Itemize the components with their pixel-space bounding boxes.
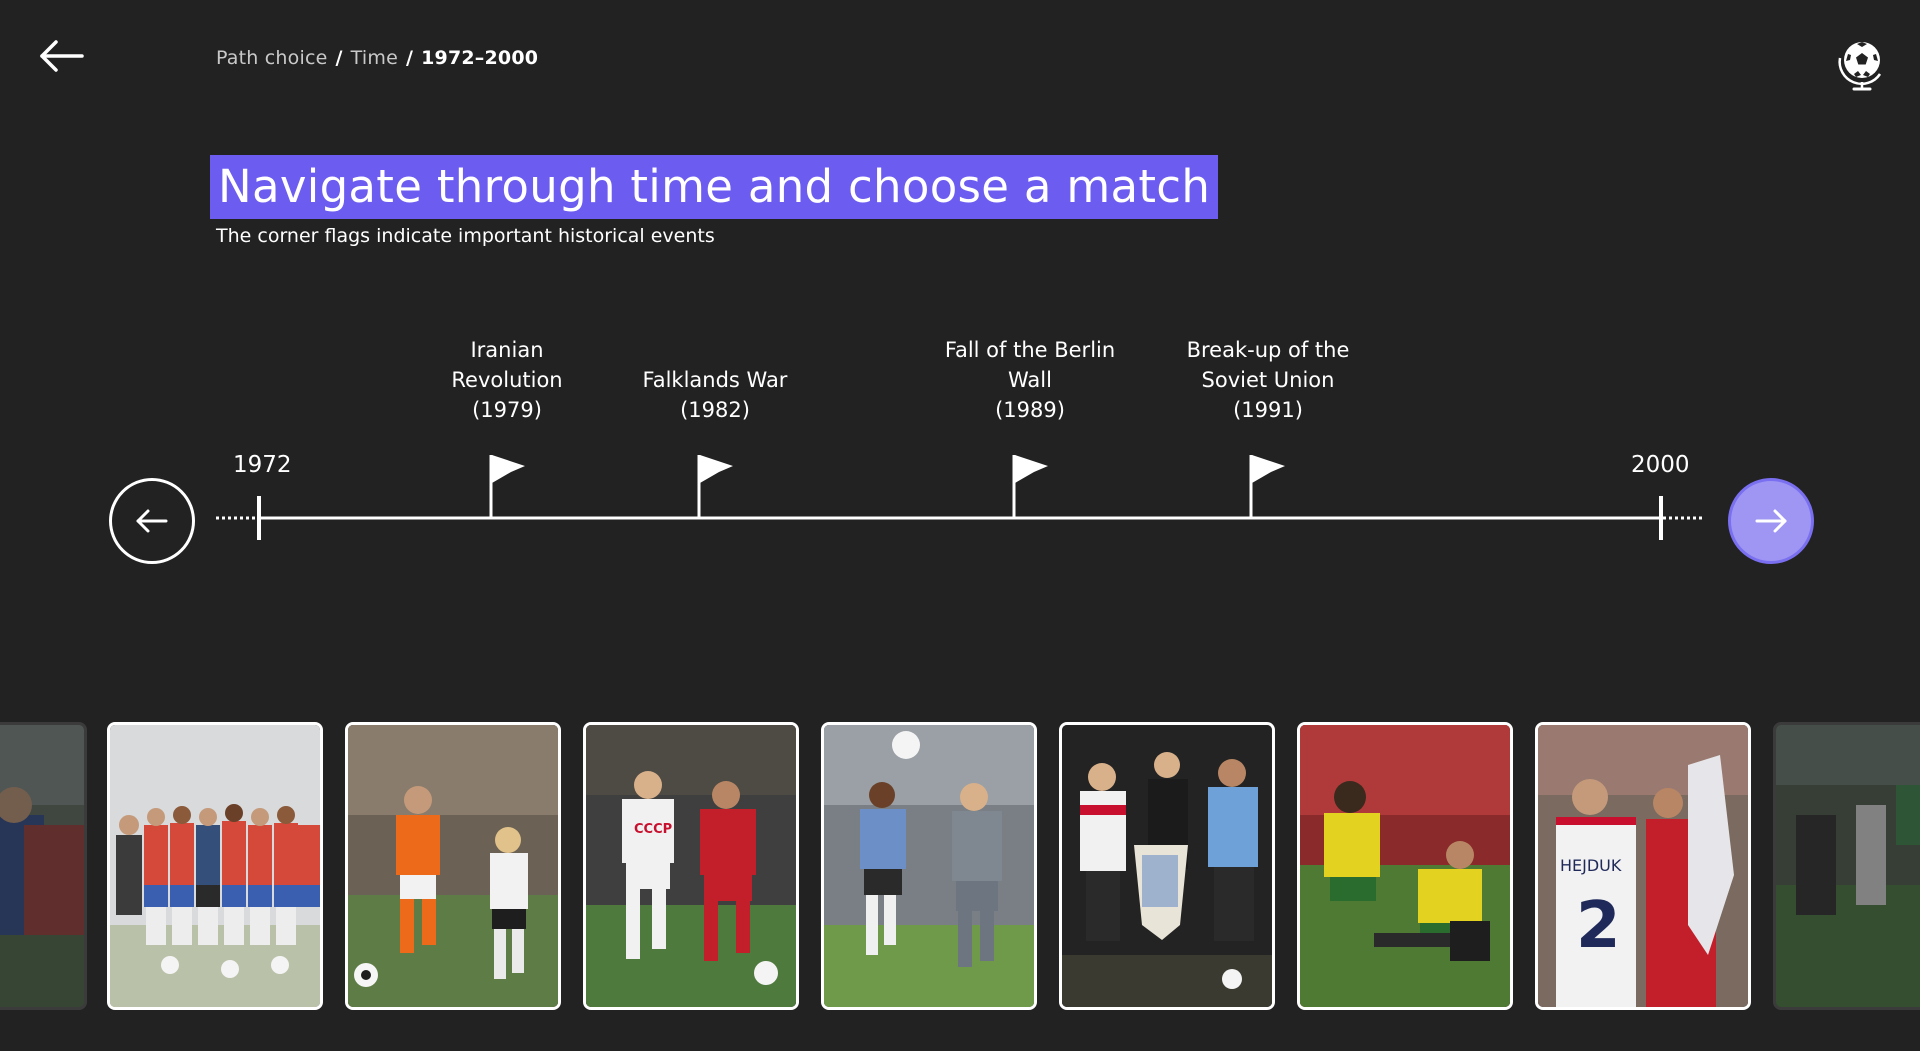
match-photo [110,725,320,1007]
corner-flag-icon[interactable] [1249,455,1285,518]
corner-flag-icon[interactable] [489,455,525,518]
match-card-5[interactable] [1059,722,1275,1010]
corner-flag-icon[interactable] [697,455,733,518]
arrow-left-icon [40,40,84,72]
event-label-iranian-revolution: Iranian Revolution (1979) [451,338,563,422]
arrow-right-icon [1755,509,1787,533]
svg-text:CCCP: CCCP [634,822,672,837]
match-photo [1300,725,1510,1007]
match-photo [824,725,1034,1007]
match-card-partial-right[interactable] [1773,722,1920,1010]
breadcrumb-separator: / [335,47,343,69]
football-globe-icon [1838,42,1882,91]
breadcrumb-separator: / [405,47,414,69]
arrow-left-icon [136,509,168,533]
match-card-strip: CCCP HEJDUK 2 [0,722,1920,1012]
event-label-berlin-wall: Fall of the Berlin Wall (1989) [944,338,1116,422]
match-card-7[interactable]: HEJDUK 2 [1535,722,1751,1010]
match-photo: HEJDUK 2 [1538,725,1748,1007]
football-globe-button[interactable] [1834,34,1890,94]
match-card-6[interactable] [1297,722,1513,1010]
breadcrumb-path-choice[interactable]: Path choice [216,47,328,69]
match-card-2[interactable] [345,722,561,1010]
match-photo [0,725,84,1007]
breadcrumb-current: 1972–2000 [421,47,539,69]
match-card-3[interactable]: CCCP [583,722,799,1010]
match-card-4[interactable] [821,722,1037,1010]
page-title: Navigate through time and choose a match [210,155,1219,219]
timeline-next-button[interactable] [1728,478,1814,564]
timeline-prev-button[interactable] [109,478,195,564]
breadcrumb: Path choice / Time / 1972–2000 [216,47,538,69]
page-subtitle: The corner flags indicate important hist… [216,225,715,247]
event-label-falklands-war: Falklands War (1982) [642,368,788,422]
match-card-1[interactable] [107,722,323,1010]
match-card-partial-left[interactable] [0,722,87,1010]
match-photo [1776,725,1920,1007]
match-photo: CCCP [586,725,796,1007]
back-button[interactable] [36,36,88,76]
match-photo [348,725,558,1007]
timeline [216,455,1705,540]
corner-flag-icon[interactable] [1012,455,1048,518]
event-label-soviet-union: Break-up of the Soviet Union (1991) [1186,338,1350,422]
match-photo [1062,725,1272,1007]
breadcrumb-time[interactable]: Time [351,47,398,69]
shirt-name: HEJDUK [1560,856,1622,875]
shirt-number: 2 [1576,889,1621,963]
